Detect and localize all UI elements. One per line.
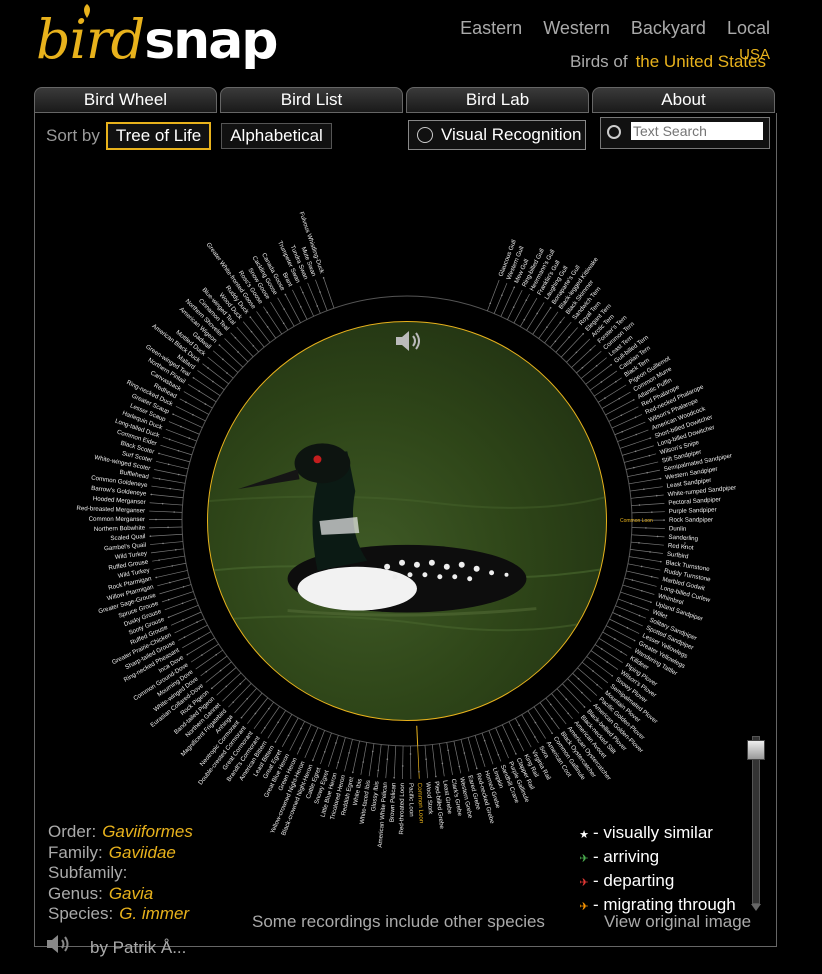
bird-wheel-label[interactable]: Northern Bobwhite [94, 525, 146, 533]
legend-visually-similar: ★ - visually similar [578, 822, 736, 846]
departing-icon: ✈ [579, 877, 589, 889]
arriving-icon: ✈ [579, 853, 589, 865]
genus-row: Genus: Gavia [48, 884, 193, 905]
family-row: Family: Gaviidae [48, 843, 193, 864]
text-search [600, 117, 770, 149]
legend: ★ - visually similar ✈ - arriving ✈ - depar… [578, 822, 736, 918]
birds-of-location: Birds of the United States [570, 52, 766, 72]
migrating-icon: ✈ [579, 901, 589, 913]
search-icon [607, 125, 621, 139]
family-value[interactable]: Gaviidae [109, 843, 176, 862]
sort-label: Sort by [46, 126, 100, 145]
recording-credit[interactable]: by Patrik Å... [90, 938, 186, 958]
family-label: Family: [48, 842, 103, 862]
tab-bird-wheel[interactable]: Bird Wheel [34, 87, 217, 113]
scroll-down-icon[interactable] [751, 904, 761, 911]
order-label: Order: [48, 822, 97, 841]
sort-tree-of-life-button[interactable]: Tree of Life [105, 122, 212, 150]
selected-bird-tag: Common Loon [620, 518, 653, 524]
birds-of-prefix: Birds of [569, 52, 628, 71]
play-sound-icon[interactable] [394, 330, 424, 352]
order-value[interactable]: Gaviiformes [102, 822, 193, 841]
search-input[interactable] [631, 122, 763, 140]
audio-scroll-thumb[interactable] [747, 740, 765, 760]
view-original-link[interactable]: View original image [604, 912, 751, 932]
bird-wheel-label[interactable]: Pacific Loon [407, 783, 415, 817]
subfamily-label: Subfamily: [48, 863, 128, 882]
species-label: Species: [48, 904, 114, 923]
bird-photo[interactable] [207, 321, 607, 721]
visual-recognition-label: Visual Recognition [441, 125, 582, 144]
legend-arriving: ✈ - arriving [578, 846, 736, 870]
loon-image [208, 443, 606, 632]
subfamily-row: Subfamily: [48, 863, 193, 884]
recordings-note: Some recordings include other species [252, 912, 545, 931]
region-local[interactable]: Local [727, 18, 770, 38]
sort-alphabetical-button[interactable]: Alphabetical [221, 123, 332, 149]
region-eastern[interactable]: Eastern [460, 18, 522, 38]
region-backyard[interactable]: Backyard [631, 18, 706, 38]
legend-departing: ✈ - departing [578, 870, 736, 894]
bird-wheel-label[interactable]: Rock Sandpiper [669, 517, 713, 524]
main-tabs: Bird Wheel Bird List Bird Lab About [34, 87, 775, 113]
birdsnap-logo[interactable]: birdsnap [36, 8, 279, 78]
tab-about[interactable]: About [592, 87, 775, 113]
order-row: Order: Gaviiformes [48, 822, 193, 843]
speaker-icon[interactable] [46, 934, 72, 954]
region-nav: Eastern Western Backyard Local [444, 18, 770, 39]
bird-wheel-label[interactable]: Red-throated Loon [398, 782, 406, 834]
star-icon: ★ [579, 829, 589, 841]
region-western[interactable]: Western [543, 18, 610, 38]
genus-value[interactable]: Gavia [109, 884, 153, 903]
bird-wheel-label[interactable]: Dunlin [669, 525, 687, 533]
species-row: Species: G. immer [48, 904, 193, 925]
visual-recognition-button[interactable]: Visual Recognition [408, 120, 586, 150]
species-value[interactable]: G. immer [119, 904, 189, 923]
bird-wheel-label[interactable]: Common Merganser [89, 516, 145, 523]
bird-logo-icon [84, 4, 90, 18]
taxonomy-info: Order: Gaviiformes Family: Gaviidae Subfam… [48, 822, 193, 925]
location-link[interactable]: the United States [636, 52, 766, 71]
camera-icon [417, 127, 433, 143]
audio-scroll-track[interactable] [752, 736, 760, 904]
logo-snap-text: snap [144, 11, 278, 71]
genus-label: Genus: [48, 883, 103, 903]
tab-bird-list[interactable]: Bird List [220, 87, 403, 113]
sort-controls: Sort by Tree of Life Alphabetical [46, 121, 342, 151]
tab-bird-lab[interactable]: Bird Lab [406, 87, 589, 113]
